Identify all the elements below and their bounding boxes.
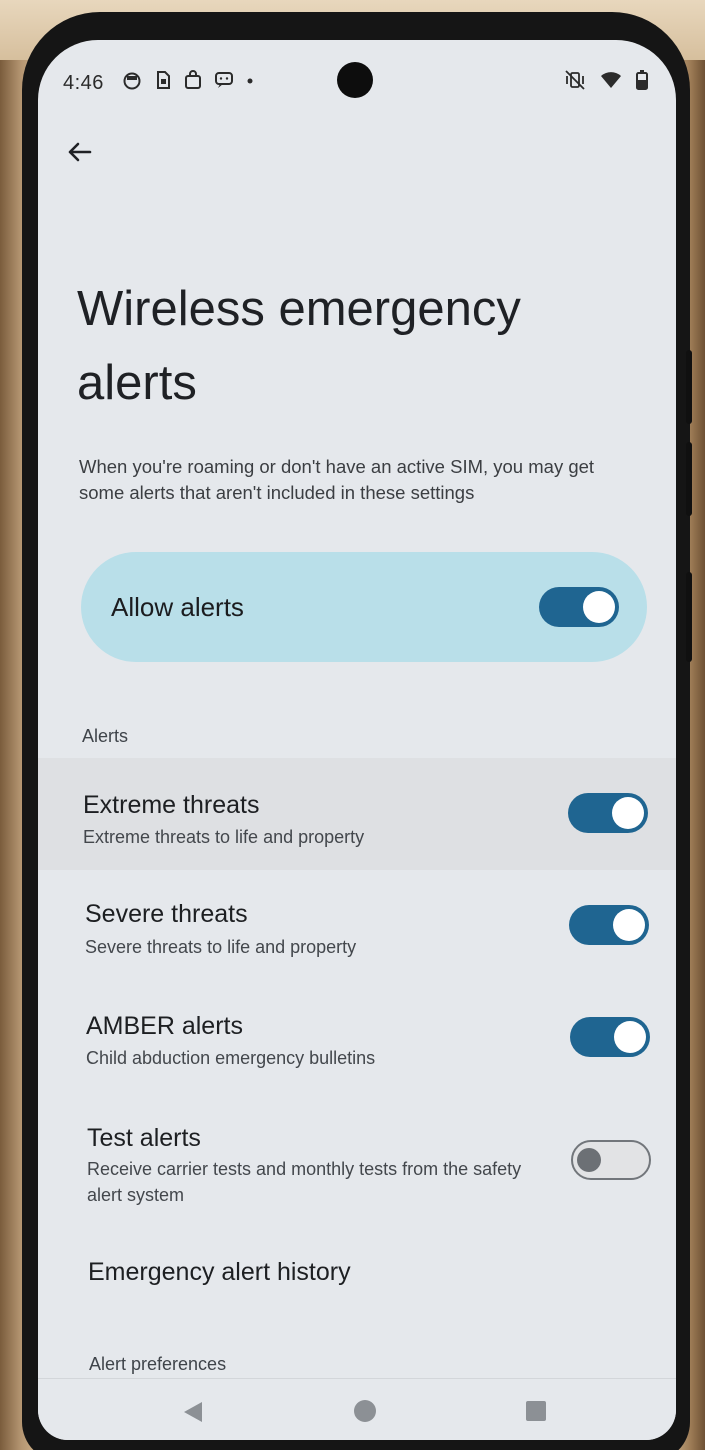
notification-icons (122, 70, 254, 90)
battery-icon (636, 70, 648, 95)
severe-threats-title: Severe threats (85, 900, 248, 928)
nav-recents-icon[interactable] (526, 1401, 546, 1421)
test-alerts-row[interactable]: Test alerts Receive carrier tests and mo… (38, 1106, 676, 1226)
status-bar: 4:46 (38, 40, 676, 130)
severe-threats-subtitle: Severe threats to life and property (85, 937, 357, 957)
power-button (686, 350, 692, 424)
allow-alerts-toggle[interactable] (539, 587, 619, 627)
emergency-alert-history-link[interactable]: Emergency alert history (88, 1258, 351, 1287)
volume-up-button (686, 442, 692, 516)
page-description: When you're roaming or don't have an act… (79, 456, 595, 503)
amber-alerts-toggle[interactable] (570, 1017, 650, 1057)
wifi-icon (600, 71, 622, 94)
toggle-knob (612, 797, 644, 829)
navigation-bar (38, 1378, 676, 1440)
extreme-threats-toggle[interactable] (568, 793, 648, 833)
nav-back-icon[interactable] (182, 1401, 204, 1428)
timer-icon (122, 70, 142, 90)
status-right-icons (564, 70, 648, 95)
sim-icon (154, 70, 172, 90)
nav-home-icon[interactable] (354, 1400, 376, 1422)
extreme-threats-row[interactable]: Extreme threats Extreme threats to life … (38, 758, 676, 870)
severe-threats-row[interactable]: Severe threats Severe threats to life an… (38, 882, 676, 982)
status-time: 4:46 (63, 72, 104, 94)
amber-alerts-row[interactable]: AMBER alerts Child abduction emergency b… (38, 994, 676, 1094)
extreme-threats-title: Extreme threats (83, 791, 260, 819)
alert-preferences-header: Alert preferences (89, 1354, 227, 1374)
toggle-knob (583, 591, 615, 623)
volume-down-button (686, 572, 692, 662)
test-alerts-title: Test alerts (87, 1124, 201, 1152)
toggle-knob (577, 1148, 601, 1172)
page-title: Wireless emergency alerts (77, 282, 521, 410)
allow-alerts-label: Allow alerts (111, 592, 244, 622)
bag-icon (184, 70, 202, 90)
test-alerts-subtitle: Receive carrier tests and monthly tests … (87, 1159, 522, 1205)
toggle-knob (614, 1021, 646, 1053)
allow-alerts-card[interactable]: Allow alerts (81, 552, 647, 662)
alerts-section-header: Alerts (82, 726, 129, 746)
amber-alerts-subtitle: Child abduction emergency bulletins (86, 1048, 376, 1068)
vibrate-off-icon (564, 70, 586, 95)
extreme-threats-subtitle: Extreme threats to life and property (83, 827, 365, 847)
amber-alerts-title: AMBER alerts (86, 1012, 243, 1040)
arrow-left-icon (68, 142, 92, 162)
phone-screen: 4:46 Wireless emergency alerts When you'… (38, 40, 676, 1440)
severe-threats-toggle[interactable] (569, 905, 649, 945)
test-alerts-toggle[interactable] (571, 1140, 651, 1180)
message-icon (214, 70, 234, 90)
dot-icon (246, 70, 254, 90)
back-button[interactable] (62, 134, 98, 170)
toggle-knob (613, 909, 645, 941)
front-camera (337, 62, 373, 98)
